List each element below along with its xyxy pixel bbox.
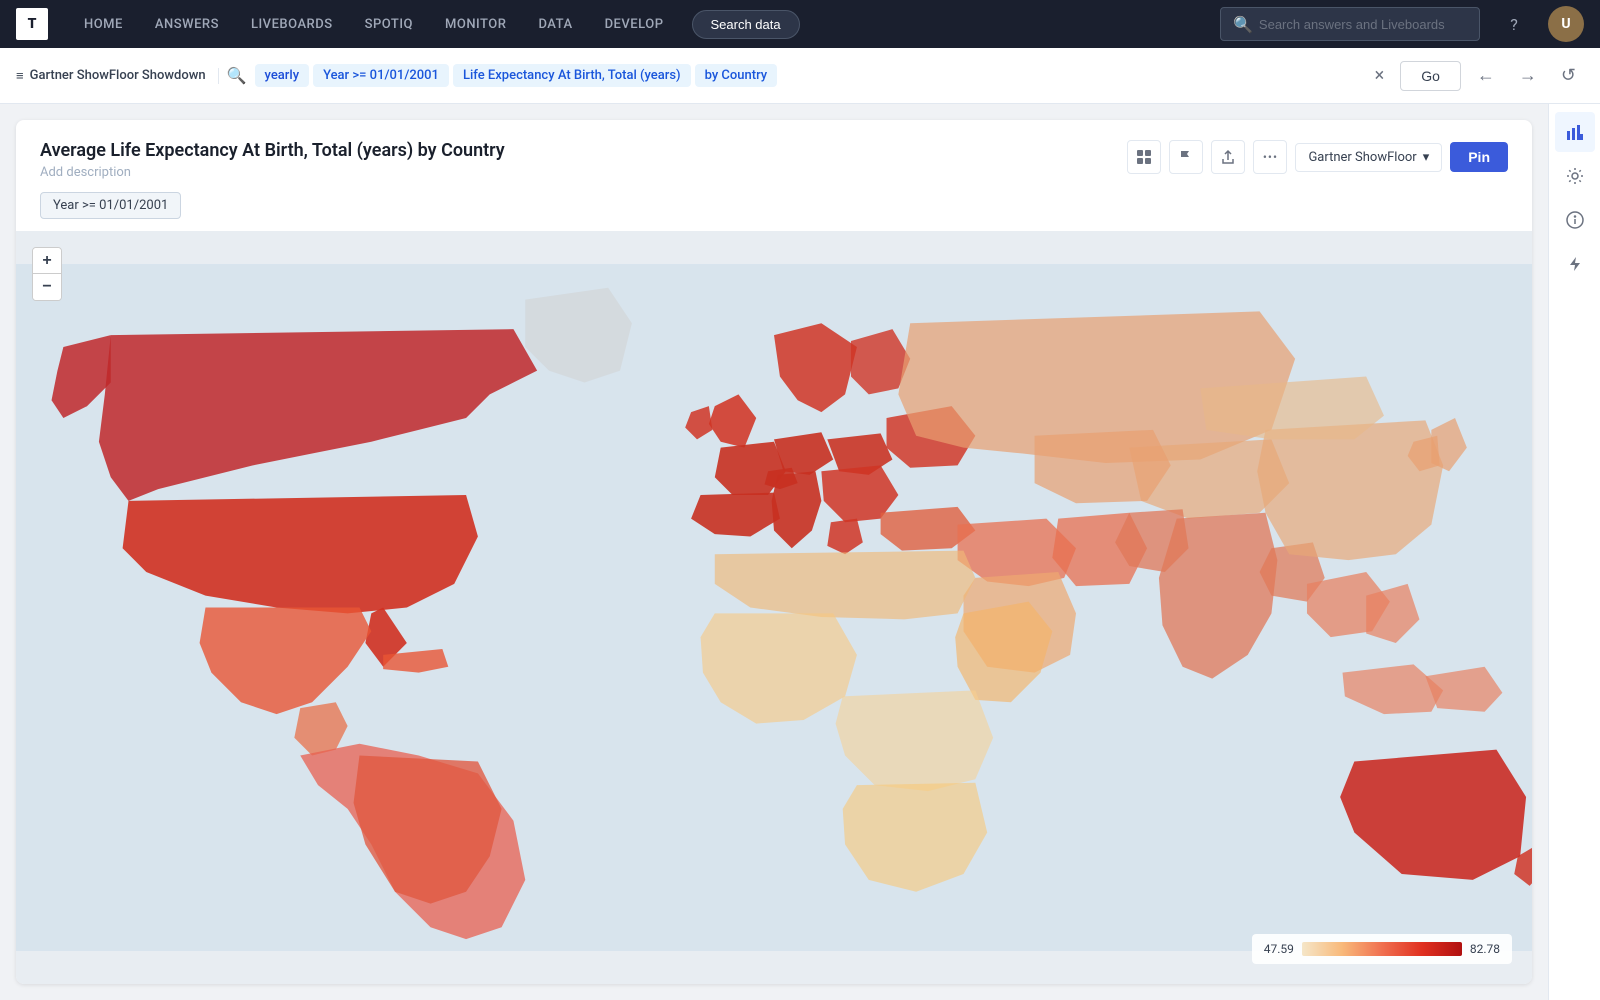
help-button[interactable]: ? — [1496, 6, 1532, 42]
map-zoom-controls: + − — [32, 247, 62, 301]
chip-yearly[interactable]: yearly — [255, 64, 310, 87]
nav-home[interactable]: HOME — [72, 11, 135, 38]
right-sidebar — [1548, 104, 1600, 1000]
hamburger-icon: ≡ — [16, 68, 24, 84]
nav-develop[interactable]: DEVELOP — [593, 11, 676, 38]
chart-title-area: Average Life Expectancy At Birth, Total … — [40, 140, 505, 180]
search-icon: 🔍 — [227, 66, 247, 85]
nav-spotiq[interactable]: SPOTIQ — [353, 11, 425, 38]
chart-type-button[interactable] — [1555, 112, 1595, 152]
user-avatar[interactable]: U — [1548, 6, 1584, 42]
lightning-button[interactable] — [1555, 244, 1595, 284]
chart-header: Average Life Expectancy At Birth, Total … — [16, 120, 1532, 192]
chart-subtitle[interactable]: Add description — [40, 165, 505, 180]
search-icon: 🔍 — [1233, 15, 1253, 34]
search-data-button[interactable]: Search data — [692, 10, 800, 39]
nav-answers[interactable]: ANSWERS — [143, 11, 231, 38]
legend-color-bar — [1302, 942, 1462, 956]
clear-search-button[interactable]: × — [1367, 65, 1393, 86]
chip-metric[interactable]: Life Expectancy At Birth, Total (years) — [453, 64, 691, 87]
search-bar: ≡ Gartner ShowFloor Showdown 🔍 yearly Ye… — [0, 48, 1600, 104]
nav-liveboards[interactable]: LIVEBOARDS — [239, 11, 345, 38]
chip-dimension[interactable]: by Country — [695, 64, 778, 87]
nav-data[interactable]: DATA — [526, 11, 584, 38]
zoom-out-button[interactable]: − — [33, 274, 61, 300]
info-button[interactable] — [1555, 200, 1595, 240]
active-filter-chip[interactable]: Year >= 01/01/2001 — [40, 192, 181, 219]
map-container[interactable]: + − 47.59 82.78 — [16, 231, 1532, 984]
source-name: Gartner ShowFloor Showdown — [30, 68, 206, 83]
logo[interactable]: T — [16, 8, 48, 40]
table-view-button[interactable] — [1127, 140, 1161, 174]
chart-panel: Average Life Expectancy At Birth, Total … — [16, 120, 1532, 984]
liveboard-name: Gartner ShowFloor — [1308, 150, 1416, 165]
logo-icon: T — [16, 8, 48, 40]
chevron-down-icon: ▾ — [1423, 150, 1430, 165]
main-content: Average Life Expectancy At Birth, Total … — [0, 104, 1600, 1000]
map-legend: 47.59 82.78 — [1252, 934, 1512, 964]
world-map — [16, 231, 1532, 984]
search-answers-input[interactable] — [1259, 17, 1467, 32]
refresh-button[interactable]: ↺ — [1553, 59, 1584, 92]
data-source-selector[interactable]: ≡ Gartner ShowFloor Showdown — [16, 68, 219, 84]
zoom-in-button[interactable]: + — [33, 248, 61, 274]
search-query-area: yearly Year >= 01/01/2001 Life Expectanc… — [255, 58, 1359, 94]
nav-monitor[interactable]: MONITOR — [433, 11, 518, 38]
pin-button[interactable]: Pin — [1450, 142, 1508, 172]
legend-max-value: 82.78 — [1470, 942, 1500, 956]
flag-button[interactable] — [1169, 140, 1203, 174]
settings-button[interactable] — [1555, 156, 1595, 196]
chip-year-filter[interactable]: Year >= 01/01/2001 — [313, 64, 449, 87]
back-button[interactable]: ← — [1469, 59, 1503, 92]
top-navigation: T HOME ANSWERS LIVEBOARDS SPOTIQ MONITOR… — [0, 0, 1600, 48]
search-answers-box[interactable]: 🔍 — [1220, 7, 1480, 41]
go-button[interactable]: Go — [1400, 61, 1461, 91]
liveboard-selector[interactable]: Gartner ShowFloor ▾ — [1295, 143, 1442, 172]
chart-title: Average Life Expectancy At Birth, Total … — [40, 140, 505, 161]
more-options-button[interactable]: ••• — [1253, 140, 1287, 174]
legend-min-value: 47.59 — [1264, 942, 1294, 956]
share-button[interactable] — [1211, 140, 1245, 174]
filter-chips-area: Year >= 01/01/2001 — [16, 192, 1532, 231]
chart-actions: ••• Gartner ShowFloor ▾ Pin — [1127, 140, 1508, 174]
forward-button[interactable]: → — [1511, 59, 1545, 92]
